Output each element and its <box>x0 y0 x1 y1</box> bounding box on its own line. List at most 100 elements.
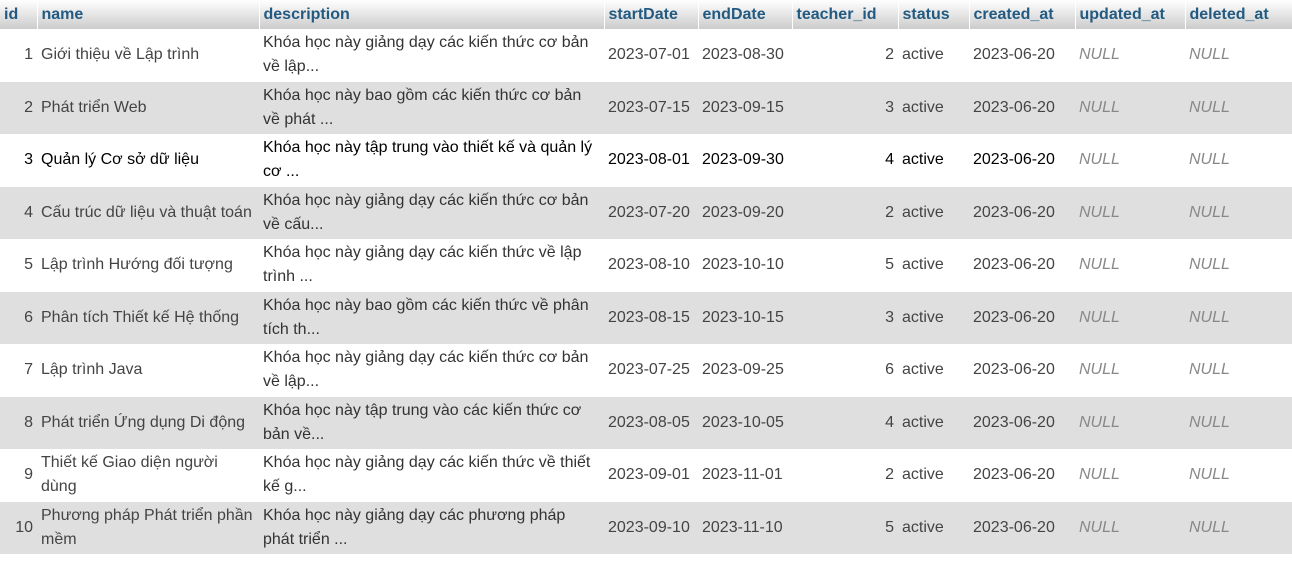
cell-enddate: 2023-09-15 <box>698 81 792 134</box>
cell-description: Khóa học này bao gồm các kiến thức cơ bả… <box>259 81 604 134</box>
table-row[interactable]: 10 Phương pháp Phát triển phần mềm Khóa … <box>0 501 1292 554</box>
table-row[interactable]: 6 Phân tích Thiết kế Hệ thống Khóa học n… <box>0 291 1292 344</box>
cell-updated-at: NULL <box>1075 81 1185 134</box>
cell-status: active <box>898 29 969 82</box>
cell-name: Cấu trúc dữ liệu và thuật toán <box>37 186 259 239</box>
column-header-teacher-id[interactable]: teacher_id <box>792 0 899 29</box>
cell-description: Khóa học này giảng dạy các kiến thức về … <box>259 449 604 502</box>
cell-startdate: 2023-07-01 <box>604 29 698 82</box>
column-header-startdate[interactable]: startDate <box>604 0 699 29</box>
cell-name: Phương pháp Phát triển phần mềm <box>37 501 259 554</box>
cell-deleted-at: NULL <box>1185 81 1292 134</box>
column-header-description[interactable]: description <box>259 0 605 29</box>
column-header-id[interactable]: id <box>0 0 38 29</box>
cell-id: 2 <box>0 81 37 134</box>
cell-updated-at: NULL <box>1075 186 1185 239</box>
cell-teacher-id: 5 <box>792 239 898 292</box>
cell-teacher-id: 4 <box>792 134 898 187</box>
cell-status: active <box>898 344 969 397</box>
cell-created-at: 2023-06-20 <box>969 501 1075 554</box>
cell-enddate: 2023-09-20 <box>698 186 792 239</box>
cell-enddate: 2023-10-05 <box>698 396 792 449</box>
cell-teacher-id: 6 <box>792 344 898 397</box>
cell-created-at: 2023-06-20 <box>969 186 1075 239</box>
cell-status: active <box>898 186 969 239</box>
cell-enddate: 2023-09-30 <box>698 134 792 187</box>
table-row[interactable]: 1 Giới thiệu về Lập trình Khóa học này g… <box>0 29 1292 82</box>
cell-description: Khóa học này tập trung vào thiết kế và q… <box>259 134 604 187</box>
cell-description: Khóa học này bao gồm các kiến thức về ph… <box>259 291 604 344</box>
column-header-name[interactable]: name <box>37 0 260 29</box>
cell-startdate: 2023-07-20 <box>604 186 698 239</box>
table-row[interactable]: 5 Lập trình Hướng đối tượng Khóa học này… <box>0 239 1292 292</box>
table-row[interactable]: 2 Phát triển Web Khóa học này bao gồm cá… <box>0 81 1292 134</box>
cell-created-at: 2023-06-20 <box>969 291 1075 344</box>
cell-teacher-id: 2 <box>792 186 898 239</box>
table-row[interactable]: 8 Phát triển Ứng dụng Di động Khóa học n… <box>0 396 1292 449</box>
cell-id: 9 <box>0 449 37 502</box>
cell-updated-at: NULL <box>1075 239 1185 292</box>
cell-teacher-id: 2 <box>792 449 898 502</box>
cell-id: 5 <box>0 239 37 292</box>
cell-deleted-at: NULL <box>1185 239 1292 292</box>
cell-updated-at: NULL <box>1075 344 1185 397</box>
cell-created-at: 2023-06-20 <box>969 344 1075 397</box>
cell-deleted-at: NULL <box>1185 291 1292 344</box>
cell-deleted-at: NULL <box>1185 134 1292 187</box>
cell-created-at: 2023-06-20 <box>969 81 1075 134</box>
table-body: 1 Giới thiệu về Lập trình Khóa học này g… <box>0 29 1292 554</box>
cell-deleted-at: NULL <box>1185 186 1292 239</box>
cell-id: 7 <box>0 344 37 397</box>
results-table: id name description startDate endDate te… <box>0 0 1292 554</box>
cell-created-at: 2023-06-20 <box>969 396 1075 449</box>
cell-startdate: 2023-07-15 <box>604 81 698 134</box>
cell-description: Khóa học này giảng dạy các kiến thức cơ … <box>259 29 604 82</box>
cell-startdate: 2023-09-10 <box>604 501 698 554</box>
cell-enddate: 2023-09-25 <box>698 344 792 397</box>
cell-id: 1 <box>0 29 37 82</box>
cell-status: active <box>898 396 969 449</box>
cell-name: Phát triển Ứng dụng Di động <box>37 396 259 449</box>
table-row[interactable]: 9 Thiết kế Giao diện người dùng Khóa học… <box>0 449 1292 502</box>
cell-name: Lập trình Hướng đối tượng <box>37 239 259 292</box>
table-row[interactable]: 7 Lập trình Java Khóa học này giảng dạy … <box>0 344 1292 397</box>
cell-deleted-at: NULL <box>1185 29 1292 82</box>
cell-name: Thiết kế Giao diện người dùng <box>37 449 259 502</box>
cell-enddate: 2023-10-15 <box>698 291 792 344</box>
cell-updated-at: NULL <box>1075 501 1185 554</box>
cell-enddate: 2023-10-10 <box>698 239 792 292</box>
column-header-enddate[interactable]: endDate <box>698 0 793 29</box>
cell-teacher-id: 3 <box>792 81 898 134</box>
cell-deleted-at: NULL <box>1185 449 1292 502</box>
column-header-created-at[interactable]: created_at <box>969 0 1076 29</box>
cell-created-at: 2023-06-20 <box>969 29 1075 82</box>
table-row[interactable]: 3 Quản lý Cơ sở dữ liệu Khóa học này tập… <box>0 134 1292 187</box>
cell-enddate: 2023-08-30 <box>698 29 792 82</box>
column-header-updated-at[interactable]: updated_at <box>1075 0 1186 29</box>
table-row[interactable]: 4 Cấu trúc dữ liệu và thuật toán Khóa họ… <box>0 186 1292 239</box>
column-header-deleted-at[interactable]: deleted_at <box>1185 0 1292 29</box>
cell-created-at: 2023-06-20 <box>969 134 1075 187</box>
cell-description: Khóa học này giảng dạy các kiến thức về … <box>259 239 604 292</box>
cell-startdate: 2023-08-15 <box>604 291 698 344</box>
cell-deleted-at: NULL <box>1185 344 1292 397</box>
cell-updated-at: NULL <box>1075 449 1185 502</box>
cell-id: 8 <box>0 396 37 449</box>
cell-created-at: 2023-06-20 <box>969 449 1075 502</box>
cell-created-at: 2023-06-20 <box>969 239 1075 292</box>
cell-enddate: 2023-11-01 <box>698 449 792 502</box>
cell-id: 4 <box>0 186 37 239</box>
cell-teacher-id: 4 <box>792 396 898 449</box>
cell-name: Phát triển Web <box>37 81 259 134</box>
cell-name: Phân tích Thiết kế Hệ thống <box>37 291 259 344</box>
cell-name: Lập trình Java <box>37 344 259 397</box>
cell-startdate: 2023-09-01 <box>604 449 698 502</box>
cell-name: Quản lý Cơ sở dữ liệu <box>37 134 259 187</box>
header-row: id name description startDate endDate te… <box>0 0 1292 29</box>
cell-id: 3 <box>0 134 37 187</box>
cell-status: active <box>898 449 969 502</box>
cell-updated-at: NULL <box>1075 134 1185 187</box>
cell-teacher-id: 2 <box>792 29 898 82</box>
column-header-status[interactable]: status <box>898 0 970 29</box>
cell-status: active <box>898 81 969 134</box>
